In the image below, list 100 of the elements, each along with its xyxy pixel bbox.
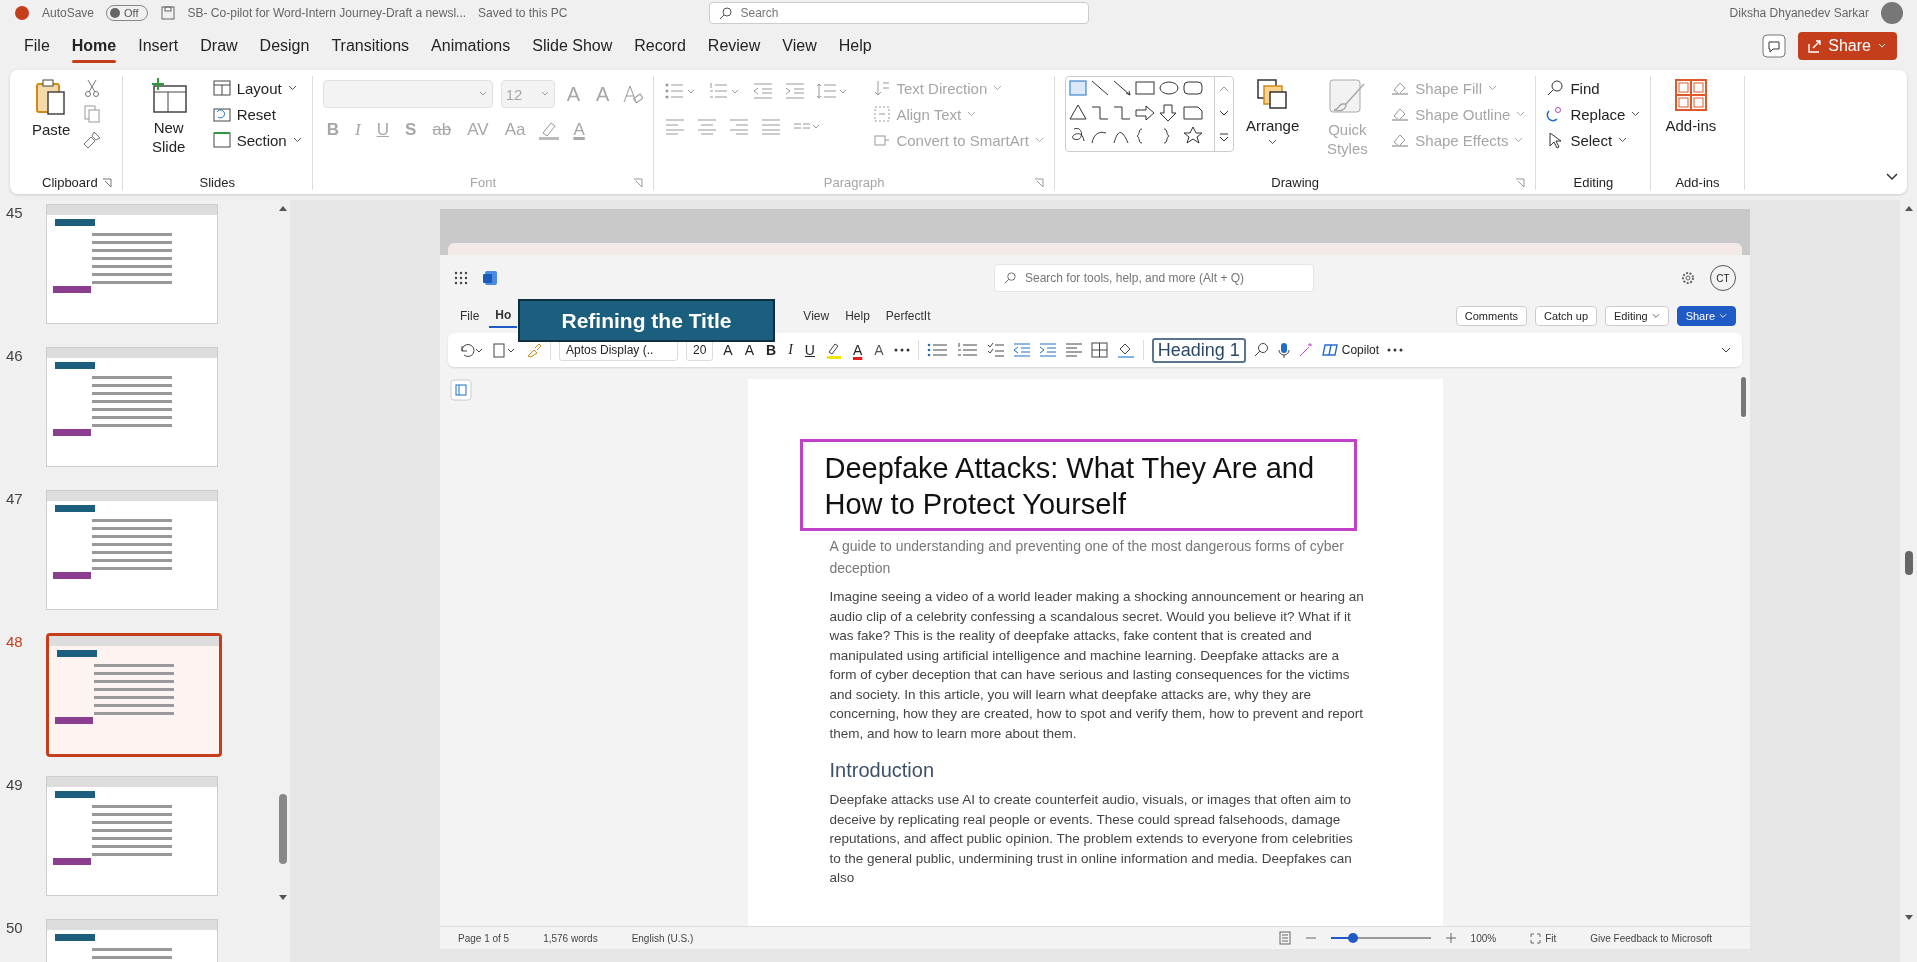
comment-icon[interactable] [1762,34,1787,58]
menu-tab[interactable]: Slide Show [522,31,623,61]
style-picker[interactable]: Heading 1 [1151,337,1246,363]
format-button[interactable]: U [802,342,817,358]
new-slide-button[interactable]: New Slide [132,76,205,158]
fit-button[interactable]: Fit [1530,932,1557,944]
chevron-up-icon[interactable] [1217,84,1230,94]
menu-tab[interactable]: Help [828,31,882,61]
collapse-ribbon-icon[interactable] [1885,172,1899,182]
search-icon[interactable] [1253,342,1270,358]
document-scrollbar-thumb[interactable] [1741,377,1746,417]
menu-tab[interactable]: View [772,31,827,61]
shape-format-icon [1391,80,1410,96]
search-field[interactable]: Search [709,2,1090,24]
slide-title-callout[interactable]: Refining the Title [518,299,775,342]
scroll-up-icon[interactable] [278,204,288,212]
menu-tab[interactable]: Draw [190,31,248,61]
section-button[interactable]: Section [212,130,302,150]
search-icon [1004,271,1017,284]
document-title[interactable]: Deepfake Attacks: What They Are and How to Protect Yourself [824,450,1340,522]
more-icon[interactable] [1387,347,1404,353]
menu-tab[interactable]: File [14,31,60,61]
menu-tab[interactable]: Review [697,31,771,61]
clear-format-button[interactable]: A [872,342,886,358]
replace-button[interactable]: Replace [1546,104,1641,124]
chevron-down-icon[interactable] [1217,108,1230,118]
font-color-button[interactable]: A [850,342,865,358]
numbered-list-icon[interactable] [956,342,979,358]
magic-wand-icon[interactable] [1297,342,1314,358]
more-icon[interactable] [893,347,910,353]
shapes-gallery[interactable] [1064,76,1234,152]
layout-button[interactable]: Layout [212,78,302,98]
bullet-list-icon[interactable] [926,342,949,358]
ribbon-tab[interactable]: Help [839,305,876,327]
slide-canvas[interactable] [440,209,1750,949]
brush-icon[interactable] [526,342,542,358]
align-left-icon[interactable] [1064,342,1083,358]
action-button[interactable]: Comments [1455,306,1527,326]
table-icon[interactable] [1090,342,1109,358]
reset-button[interactable]: Reset [212,104,302,124]
increase-indent-icon[interactable] [1038,342,1057,358]
zoom-level[interactable]: 100% [1470,932,1497,944]
grow-font-button[interactable]: A [721,342,735,358]
menu-tab[interactable]: Insert [128,31,189,61]
highlighter-icon[interactable] [824,341,843,359]
menu-tab[interactable]: Transitions [321,31,420,61]
more-icon[interactable] [1217,132,1230,144]
navigation-pane-icon[interactable] [450,379,472,401]
select-button[interactable]: Select [1546,130,1641,150]
ribbon-tab[interactable]: View [797,305,836,327]
fill-color-icon[interactable] [1116,342,1135,358]
slide-number: 47 [5,490,24,509]
format-button[interactable]: I [786,342,795,358]
menu-tab[interactable]: Animations [421,31,521,61]
add-ins-button[interactable]: Add-ins [1661,76,1721,137]
menu-tab[interactable]: Home [61,31,127,61]
scroll-down-icon[interactable] [1903,914,1914,922]
format-button[interactable]: B [764,342,779,358]
menu-tab[interactable]: Record [624,31,696,61]
app-launcher-icon[interactable] [454,271,468,285]
ribbon-tab[interactable]: PerfectIt [879,305,937,327]
scrollbar-thumb[interactable] [1904,551,1913,575]
brush-icon[interactable] [82,130,103,150]
search-field[interactable]: Search for tools, help, and more (Alt + Q) [994,264,1314,292]
zoom-in-icon[interactable] [1444,932,1457,944]
checklist-icon[interactable] [986,342,1005,358]
microphone-icon[interactable] [1277,342,1290,358]
chevron-down-icon[interactable] [1720,346,1732,354]
section-heading[interactable]: Introduction [829,759,1367,782]
undo-icon[interactable] [458,342,484,358]
settings-icon[interactable] [1680,270,1696,286]
body-paragraph[interactable]: Deepfake attacks use AI to create counterfeit audio, visuals, or images that often aim to deceive by replicating real people or events. These could spread falsehoods, damage reputations, and affect public opinion. The problem extends to everyone from celebrities to the general public, undermining trust in online information and media. Deepfakes can also [829,790,1367,888]
status-text: English (U.S.) [631,932,694,944]
share-button[interactable]: Share [1676,306,1736,326]
slide-thumbnail[interactable] [46,633,222,757]
dialog-launcher-icon[interactable] [101,178,112,188]
action-button[interactable]: Editing [1605,306,1669,326]
share-button[interactable]: Share [1798,32,1897,60]
feedback-link[interactable]: Give Feedback to Microsoft [1590,932,1712,944]
document-subtitle[interactable]: A guide to understanding and preventing one of the most dangerous forms of cyber deception [829,535,1367,579]
menu-tab[interactable]: Design [249,31,320,61]
text-direction-icon [874,80,891,96]
paste-button[interactable]: Paste [28,76,75,141]
caret-icon [1631,111,1641,117]
scrollbar-thumb[interactable] [279,794,287,864]
copy-icon[interactable] [82,104,103,124]
save-icon[interactable] [159,5,176,21]
page-view-icon[interactable] [1278,931,1291,945]
decrease-indent-icon[interactable] [1012,342,1031,358]
find-button[interactable]: Find [1546,78,1641,98]
action-button[interactable]: Catch up [1534,306,1597,326]
scroll-down-icon[interactable] [278,894,288,902]
body-paragraph[interactable]: Imagine seeing a video of a world leader making a shocking announcement or hearing an audio clip of a celebrity confessing a scandalous secret. Would you believe it? What if it was fake? This is the reality of deepfake attacks, fake content that is created and manipulated using artificial intelligence and machine learning. Deepfake attacks are a form of cyber deception that can have serious and lasting consequences for the victims and society. In this article, you will learn what deepfake attacks are, why they are concerning, how they are created, how to spot and verify them, how to prevent and report them, and how to learn more about them. [829,587,1367,743]
copilot-button[interactable]: Copilot [1321,342,1380,358]
dialog-launcher-icon[interactable] [1515,178,1526,188]
scroll-up-icon[interactable] [1903,204,1914,212]
shrink-font-button[interactable]: A [742,342,757,358]
ribbon-tab[interactable]: File [454,305,486,327]
arrange-button[interactable]: Arrange [1241,76,1304,147]
user-avatar[interactable] [1881,2,1903,24]
